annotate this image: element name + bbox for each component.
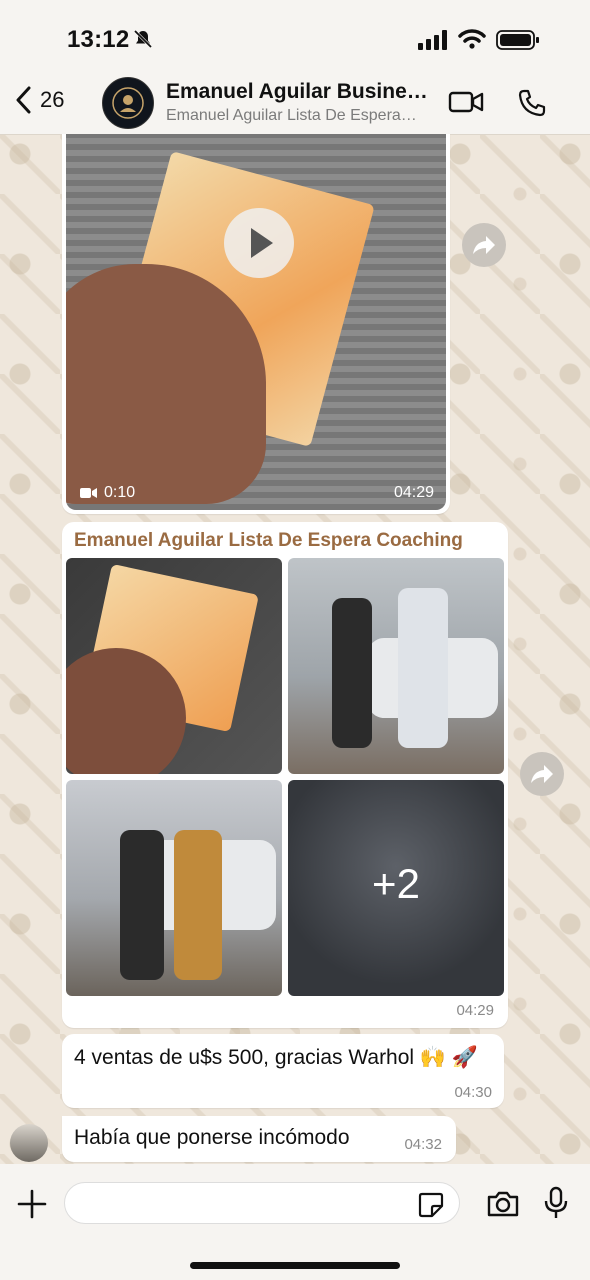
album-photo-2[interactable] <box>288 558 504 774</box>
silent-bell-icon <box>133 29 153 49</box>
microphone-icon[interactable] <box>544 1186 568 1220</box>
forward-arrow-icon <box>531 765 553 783</box>
battery-icon <box>496 30 539 50</box>
text-message[interactable]: Había que ponerse incómodo 04:32 <box>62 1116 456 1162</box>
text-message[interactable]: 4 ventas de u$s 500, gracias Warhol 🙌 🚀 … <box>62 1034 504 1108</box>
sender-avatar[interactable] <box>10 1124 48 1162</box>
message-text: Había que ponerse incómodo <box>74 1126 350 1149</box>
status-time: 13:12 <box>67 26 130 53</box>
album-photo-3[interactable] <box>66 780 282 996</box>
forward-arrow-icon <box>473 236 495 254</box>
video-camera-icon <box>80 488 97 498</box>
play-button[interactable] <box>224 208 294 278</box>
sticker-icon[interactable] <box>418 1192 444 1218</box>
chat-header: 26 Emanuel Aguilar Busine… Emanuel Aguil… <box>0 70 590 135</box>
status-bar: 13:12 <box>0 0 590 78</box>
group-avatar[interactable] <box>102 77 154 129</box>
more-count: +2 <box>372 860 420 907</box>
message-input[interactable] <box>64 1182 460 1224</box>
cellular-signal-icon <box>418 30 447 50</box>
chevron-left-icon <box>16 86 31 114</box>
video-message[interactable]: 0:10 04:29 <box>62 134 450 514</box>
message-text: 4 ventas de u$s 500, gracias Warhol 🙌 🚀 <box>74 1046 479 1069</box>
phone-icon[interactable] <box>517 88 547 118</box>
forward-button[interactable] <box>520 752 564 796</box>
home-indicator <box>190 1262 400 1269</box>
album-timestamp: 04:29 <box>456 1002 494 1019</box>
video-duration-text: 0:10 <box>104 484 136 501</box>
message-timestamp: 04:30 <box>454 1084 492 1101</box>
video-camera-icon[interactable] <box>448 90 484 114</box>
album-photo-1[interactable] <box>66 558 282 774</box>
video-thumbnail[interactable]: 0:10 04:29 <box>66 134 446 510</box>
album-message[interactable]: Emanuel Aguilar Lista De Espera Coaching… <box>62 522 508 1028</box>
plus-icon[interactable] <box>16 1188 48 1220</box>
chat-subtitle[interactable]: Emanuel Aguilar Lista De Espera… <box>166 107 431 125</box>
video-timestamp: 04:29 <box>393 484 434 501</box>
message-timestamp: 04:32 <box>404 1136 442 1153</box>
back-button[interactable]: 26 <box>14 86 64 114</box>
video-duration: 0:10 <box>80 484 135 502</box>
unread-count: 26 <box>40 87 65 112</box>
album-more-tile[interactable]: +2 <box>288 780 504 996</box>
sender-name[interactable]: Emanuel Aguilar Lista De Espera Coaching <box>74 530 463 552</box>
camera-icon[interactable] <box>486 1189 520 1219</box>
wifi-icon <box>458 29 486 49</box>
chat-title[interactable]: Emanuel Aguilar Busine… <box>166 80 436 104</box>
message-composer <box>0 1164 590 1280</box>
forward-button[interactable] <box>462 223 506 267</box>
logo-icon <box>112 87 144 119</box>
